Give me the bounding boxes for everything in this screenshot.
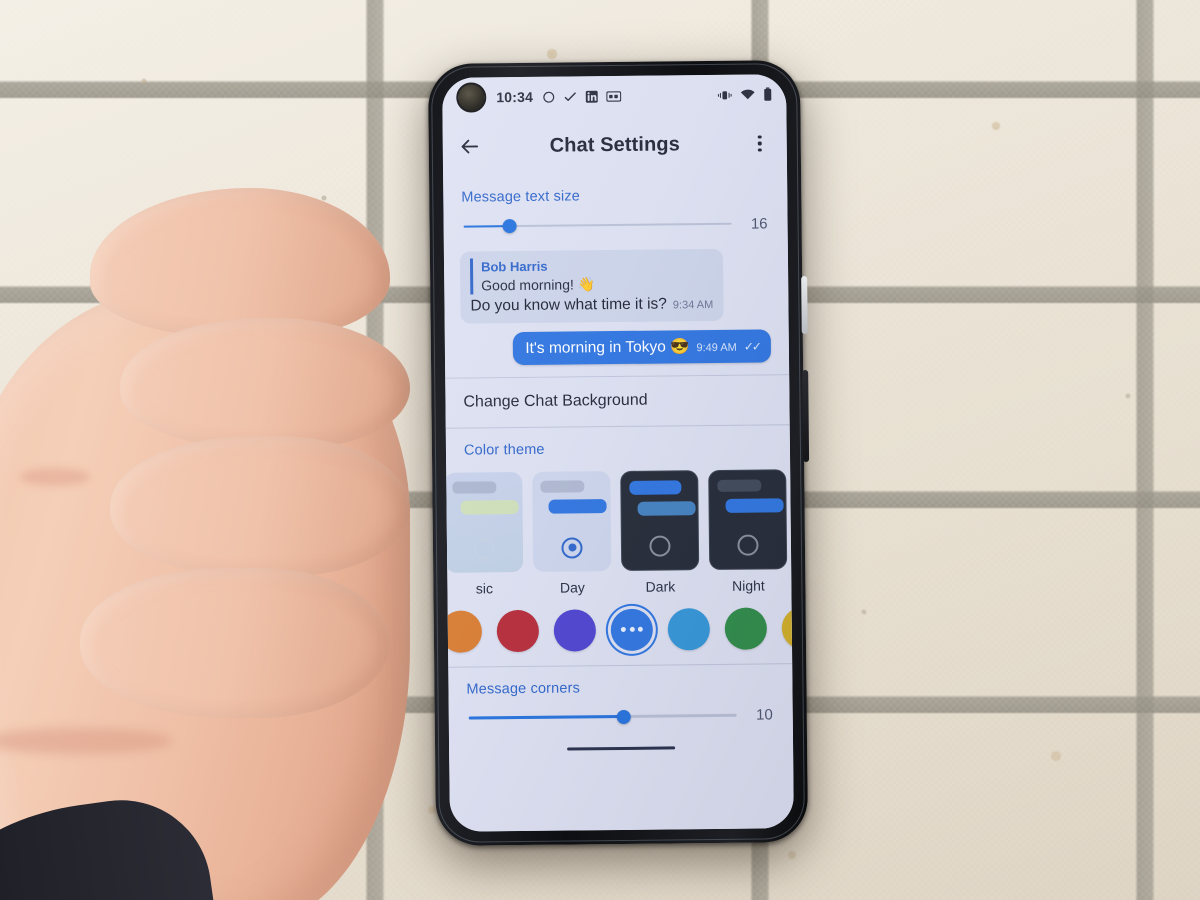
- page-title: Chat Settings: [549, 132, 680, 157]
- volume-button[interactable]: [802, 370, 810, 463]
- knuckle-mark: [20, 468, 90, 486]
- smartphone-device: 10:34 Chat Settings Message text size 16…: [427, 60, 810, 846]
- theme-option-dark[interactable]: Dark: [620, 469, 700, 595]
- vibrate-icon: [717, 88, 732, 101]
- color-swatch-yellow[interactable]: [781, 606, 794, 649]
- incoming-message-body: Do you know what time it is?: [470, 295, 667, 315]
- corners-slider-row[interactable]: 10: [467, 706, 775, 727]
- theme-preview-bubble: [548, 498, 607, 514]
- text-size-slider[interactable]: [463, 215, 732, 236]
- theme-preview-bubble: [725, 497, 784, 513]
- theme-label: Night: [731, 577, 765, 594]
- text-size-slider-row[interactable]: 16: [462, 214, 770, 235]
- chat-preview: Bob Harris Good morning! 👋 Do you know w…: [444, 242, 789, 377]
- status-bar-system-icons: [717, 87, 772, 102]
- finger-ring: [110, 436, 410, 576]
- theme-label: sic: [475, 579, 494, 597]
- theme-preview-bubble: [460, 499, 519, 515]
- photo-scene: 10:34 Chat Settings Message text size 16…: [0, 0, 1200, 900]
- color-swatch-purple[interactable]: [553, 608, 597, 652]
- phone-screen: 10:34 Chat Settings Message text size 16…: [442, 74, 794, 832]
- theme-preview-bar: [540, 479, 585, 493]
- outgoing-message-text: It's morning in Tokyo 😎: [525, 337, 690, 357]
- theme-card-preview: [444, 471, 524, 573]
- theme-option-night[interactable]: Night: [708, 468, 788, 594]
- section-message-corners: Message corners 10: [448, 664, 793, 738]
- more-options-icon[interactable]: [747, 130, 773, 156]
- home-gesture-indicator[interactable]: [567, 746, 676, 751]
- incoming-message-bubble[interactable]: Bob Harris Good morning! 👋 Do you know w…: [459, 248, 724, 324]
- status-bar: 10:34: [442, 74, 787, 118]
- finger-middle: [120, 318, 410, 448]
- slider-track-fill: [468, 715, 625, 720]
- more-colors-icon: [620, 626, 643, 633]
- theme-card-list[interactable]: sic Day Dark Night: [444, 467, 788, 597]
- corners-value: 10: [755, 706, 773, 724]
- wifi-icon: [740, 89, 755, 101]
- finger-index: [90, 188, 390, 338]
- incoming-message-text: Do you know what time it is? 9:34 AM: [470, 294, 713, 317]
- theme-preview-bubble-secondary: [637, 500, 696, 516]
- section-color-theme: Color theme sic Day Dark Night: [443, 425, 794, 667]
- theme-card-preview: [620, 469, 700, 571]
- check-icon: [563, 90, 577, 103]
- section-title-color-theme: Color theme: [463, 441, 545, 459]
- battery-icon: [763, 87, 772, 101]
- circle-outline-icon: [542, 90, 555, 103]
- theme-radio-unselected[interactable]: [649, 535, 671, 557]
- power-button[interactable]: [801, 276, 808, 335]
- color-swatch-green[interactable]: [724, 607, 768, 650]
- color-swatch-light-blue[interactable]: [667, 607, 711, 651]
- change-chat-background-label: Change Chat Background: [463, 391, 648, 411]
- slider-thumb[interactable]: [502, 219, 517, 234]
- outgoing-message-bubble[interactable]: It's morning in Tokyo 😎 9:49 AM ✓✓: [513, 328, 772, 365]
- caption-gb-icon: [606, 90, 622, 102]
- color-swatch-orange[interactable]: [443, 610, 483, 653]
- theme-card-preview: [532, 470, 612, 572]
- theme-preview-bar: [452, 480, 497, 494]
- quoted-message: Bob Harris Good morning! 👋: [469, 255, 714, 295]
- corners-slider[interactable]: [468, 706, 737, 727]
- app-bar: Chat Settings: [442, 114, 788, 176]
- finger-pinky: [80, 568, 390, 718]
- settings-content: Message text size 16 Bob Harris Good mor…: [443, 172, 794, 832]
- outgoing-message-time: 9:49 AM: [696, 341, 737, 354]
- theme-label: Dark: [645, 577, 676, 595]
- theme-radio-unselected[interactable]: [473, 537, 495, 560]
- hand-holding-phone: [0, 168, 480, 900]
- outgoing-message-row: It's morning in Tokyo 😎 9:49 AM ✓✓: [461, 328, 773, 365]
- section-title-message-corners: Message corners: [466, 679, 581, 698]
- front-camera-punch-hole: [456, 82, 487, 113]
- color-swatch-red[interactable]: [496, 609, 540, 652]
- theme-preview-bar: [717, 479, 762, 492]
- read-receipt-icon: ✓✓: [743, 339, 760, 354]
- status-bar-notification-icons: [542, 89, 622, 103]
- slider-thumb[interactable]: [617, 709, 632, 724]
- theme-label: Day: [559, 578, 585, 596]
- change-chat-background-row[interactable]: Change Chat Background: [445, 374, 790, 428]
- theme-option-day[interactable]: Day: [532, 470, 612, 596]
- status-bar-clock: 10:34: [496, 88, 534, 106]
- theme-radio-unselected[interactable]: [737, 534, 759, 556]
- linkedin-icon: [585, 90, 598, 103]
- section-title-text-size: Message text size: [461, 188, 581, 206]
- theme-option-classic[interactable]: sic: [444, 471, 524, 597]
- quote-text: Good morning! 👋: [481, 275, 596, 293]
- section-message-text-size: Message text size 16: [443, 172, 788, 246]
- color-swatch-list[interactable]: [443, 593, 794, 656]
- gesture-navigation-bar[interactable]: [448, 733, 794, 764]
- back-arrow-icon[interactable]: [457, 133, 483, 159]
- theme-radio-selected[interactable]: [561, 536, 583, 559]
- theme-preview-bubble: [629, 479, 682, 495]
- text-size-value: 16: [750, 214, 768, 233]
- theme-card-preview: [708, 468, 788, 570]
- color-swatch-blue-selected[interactable]: [610, 608, 654, 651]
- incoming-message-time: 9:34 AM: [672, 299, 714, 312]
